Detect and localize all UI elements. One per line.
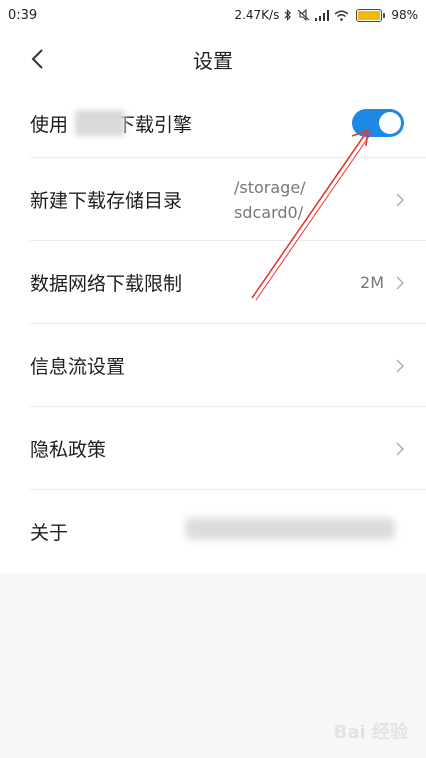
chevron-right-icon [394,191,406,209]
status-icons: 2.47K/s 98% [234,8,418,22]
header: 设置 [0,30,426,88]
battery-icon [356,8,386,22]
chevron-right-icon [394,357,406,375]
chevron-left-icon [31,49,43,69]
page-title: 设置 [193,48,233,73]
watermark: Bai 经验 [333,722,408,743]
status-time: 0:39 [8,7,38,23]
chevron-right-icon [394,274,406,292]
mute-icon [297,9,310,21]
redacted-text [185,518,395,540]
battery-percent: 98% [391,8,418,22]
storage-value: /storage/ sdcard0/ [234,177,306,222]
setting-row-privacy[interactable]: 隐私政策 [0,407,426,490]
setting-row-about[interactable]: 关于 [0,490,426,573]
bluetooth-icon [284,9,292,21]
toggle-knob [379,112,401,134]
feed-label: 信息流设置 [30,356,126,378]
network-speed: 2.47K/s [234,8,280,22]
settings-list: 使用 下载引擎 新建下载存储目录 /storage/ sdcard0/ 数据网络下… [0,88,426,573]
wifi-icon [334,10,349,21]
download-engine-toggle[interactable] [352,109,404,137]
storage-label: 新建下载存储目录 [30,190,183,212]
signal-icon [315,9,330,21]
setting-row-data-limit[interactable]: 数据网络下载限制 2M [0,241,426,324]
data-limit-label: 数据网络下载限制 [30,273,183,295]
back-button[interactable] [22,44,52,74]
status-bar: 0:39 2.47K/s 98% [0,0,426,30]
setting-row-feed[interactable]: 信息流设置 [0,324,426,407]
privacy-label: 隐私政策 [30,439,107,461]
data-limit-value: 2M [360,273,384,292]
setting-row-storage[interactable]: 新建下载存储目录 /storage/ sdcard0/ [0,158,426,241]
setting-row-download-engine[interactable]: 使用 下载引擎 [0,88,426,158]
redacted-text [75,110,125,136]
chevron-right-icon [394,440,406,458]
